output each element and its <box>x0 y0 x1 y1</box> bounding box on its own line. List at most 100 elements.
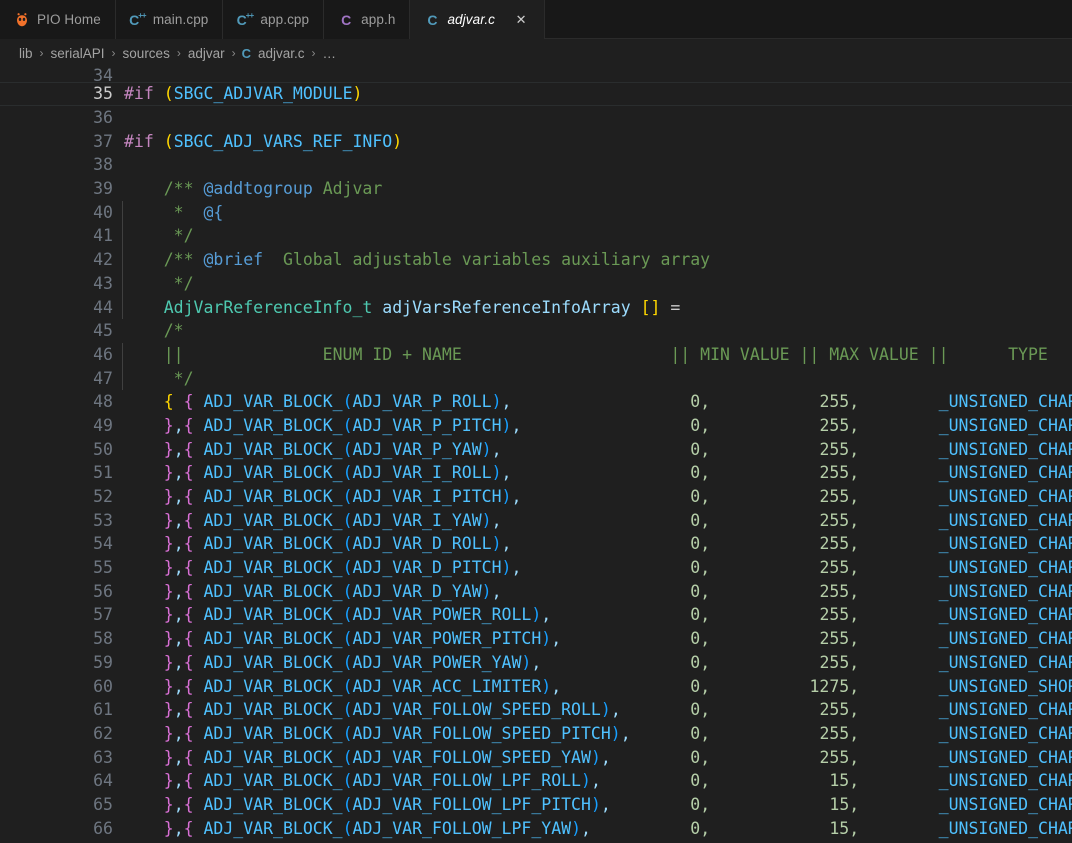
macro-call: ADJ_VAR_BLOCK_ <box>203 439 343 459</box>
breadcrumb-separator-icon: › <box>176 46 181 60</box>
line-number: 61 <box>93 700 113 720</box>
code-line[interactable]: 54 },{ ADJ_VAR_BLOCK_(ADJ_VAR_D_ROLL), 0… <box>0 532 1072 556</box>
comma: , <box>173 676 184 696</box>
token-0: /** <box>124 179 204 199</box>
code-line[interactable]: 46 || ENUM ID + NAME || MIN VALUE || MAX… <box>0 343 1072 367</box>
code-line[interactable]: 58 },{ ADJ_VAR_BLOCK_(ADJ_VAR_POWER_PITC… <box>0 627 1072 651</box>
min-value: 0, <box>690 605 711 625</box>
breadcrumb-item-0[interactable]: lib <box>18 46 34 61</box>
code-line[interactable]: 55 },{ ADJ_VAR_BLOCK_(ADJ_VAR_D_PITCH), … <box>0 556 1072 580</box>
code-text: /** @addtogroup Adjvar <box>113 179 383 199</box>
type-value: _UNSIGNED_CHAR_ <box>938 723 1072 743</box>
code-text: */ <box>113 274 194 293</box>
code-lines[interactable]: 34 35 #if (SBGC_ADJVAR_MODULE) 36 37 #if (SBG… <box>0 68 1072 840</box>
breadcrumb-item-4[interactable]: adjvar.c <box>257 46 306 61</box>
min-value: 0, <box>690 415 711 435</box>
code-line[interactable]: 56 },{ ADJ_VAR_BLOCK_(ADJ_VAR_D_YAW), 0,… <box>0 579 1072 603</box>
editor-tab-adjvar-c[interactable]: Cadjvar.c ✕ <box>410 0 546 39</box>
code-text: },{ ADJ_VAR_BLOCK_(ADJ_VAR_FOLLOW_LPF_YA… <box>113 819 1072 838</box>
macro-call: ADJ_VAR_BLOCK_ <box>203 534 343 554</box>
comma: , <box>610 700 621 720</box>
breadcrumb-item-5[interactable]: … <box>322 46 338 61</box>
code-line[interactable]: 65 },{ ADJ_VAR_BLOCK_(ADJ_VAR_FOLLOW_LPF… <box>0 793 1072 817</box>
code-line[interactable]: 51 },{ ADJ_VAR_BLOCK_(ADJ_VAR_I_ROLL), 0… <box>0 461 1072 485</box>
paren-open: ( <box>342 487 353 507</box>
editor-tab-app-h[interactable]: Capp.h <box>324 0 411 39</box>
code-line[interactable]: 39 /** @addtogroup Adjvar <box>0 177 1072 201</box>
breadcrumb-item-1[interactable]: serialAPI <box>50 46 106 61</box>
code-line[interactable]: 49 },{ ADJ_VAR_BLOCK_(ADJ_VAR_P_PITCH), … <box>0 414 1072 438</box>
min-value: 0, <box>690 463 711 483</box>
code-line[interactable]: 42 /** @brief Global adjustable variable… <box>0 248 1072 272</box>
paren-open: ( <box>342 463 353 483</box>
comma: , <box>173 629 184 649</box>
paren-close: ) <box>501 415 512 435</box>
code-line[interactable]: 41 */ <box>0 224 1072 248</box>
editor-tab-app-cpp[interactable]: C ++ app.cpp <box>223 0 325 39</box>
paren-open: ( <box>342 700 353 720</box>
code-line[interactable]: 43 */ <box>0 272 1072 296</box>
max-value: 15, <box>829 818 860 838</box>
code-line[interactable]: 62 },{ ADJ_VAR_BLOCK_(ADJ_VAR_FOLLOW_SPE… <box>0 722 1072 746</box>
line-number: 49 <box>93 415 113 435</box>
breadcrumb-item-2[interactable]: sources <box>122 46 171 61</box>
breadcrumb-separator-icon: › <box>311 46 316 60</box>
brace-inner: { <box>183 676 194 696</box>
code-editor[interactable]: 34 35 #if (SBGC_ADJVAR_MODULE) 36 37 #if (SBG… <box>0 68 1072 843</box>
code-line[interactable]: 64 },{ ADJ_VAR_BLOCK_(ADJ_VAR_FOLLOW_LPF… <box>0 769 1072 793</box>
macro-call: ADJ_VAR_BLOCK_ <box>203 487 343 507</box>
max-value: 255, <box>819 700 860 720</box>
code-line[interactable]: 44 AdjVarReferenceInfo_t adjVarsReferenc… <box>0 295 1072 319</box>
code-line[interactable]: 61 },{ ADJ_VAR_BLOCK_(ADJ_VAR_FOLLOW_SPE… <box>0 698 1072 722</box>
code-line[interactable]: 60 },{ ADJ_VAR_BLOCK_(ADJ_VAR_ACC_LIMITE… <box>0 674 1072 698</box>
code-line[interactable]: 34 <box>0 68 1072 85</box>
code-line[interactable]: 50 },{ ADJ_VAR_BLOCK_(ADJ_VAR_P_YAW), 0,… <box>0 437 1072 461</box>
paren-open: ( <box>342 392 353 412</box>
code-line[interactable]: 37 #if (SBGC_ADJ_VARS_REF_INFO) <box>0 129 1072 153</box>
code-line[interactable]: 57 },{ ADJ_VAR_BLOCK_(ADJ_VAR_POWER_ROLL… <box>0 603 1072 627</box>
breadcrumb-item-3[interactable]: adjvar <box>187 46 226 61</box>
code-line[interactable]: 36 <box>0 106 1072 130</box>
macro-call: ADJ_VAR_BLOCK_ <box>203 510 343 530</box>
code-line[interactable]: 53 },{ ADJ_VAR_BLOCK_(ADJ_VAR_I_YAW), 0,… <box>0 508 1072 532</box>
brace-inner: { <box>183 818 194 838</box>
code-line[interactable]: 52 },{ ADJ_VAR_BLOCK_(ADJ_VAR_I_PITCH), … <box>0 485 1072 509</box>
code-line[interactable]: 47 */ <box>0 366 1072 390</box>
code-text: },{ ADJ_VAR_BLOCK_(ADJ_VAR_FOLLOW_LPF_PI… <box>113 795 1072 814</box>
code-line[interactable]: 38 <box>0 153 1072 177</box>
editor-tab-pio-home[interactable]: PIO Home <box>0 0 116 39</box>
code-line[interactable]: 40 * @{ <box>0 200 1072 224</box>
comma: , <box>491 510 502 530</box>
code-text: #if (SBGC_ADJVAR_MODULE) <box>113 84 362 103</box>
paren-open: ( <box>342 558 353 578</box>
code-line[interactable]: 48 { { ADJ_VAR_BLOCK_(ADJ_VAR_P_ROLL), 0… <box>0 390 1072 414</box>
min-value: 0, <box>690 747 711 767</box>
type-value: _UNSIGNED_CHAR_ <box>938 439 1072 459</box>
min-value: 0, <box>690 510 711 530</box>
code-line[interactable]: 45 /* <box>0 319 1072 343</box>
brace-close: } <box>163 700 174 720</box>
editor-tab-main-cpp[interactable]: C ++ main.cpp <box>115 0 224 39</box>
code-line[interactable]: 63 },{ ADJ_VAR_BLOCK_(ADJ_VAR_FOLLOW_SPE… <box>0 745 1072 769</box>
comma: , <box>531 652 542 672</box>
code-line[interactable]: 66 },{ ADJ_VAR_BLOCK_(ADJ_VAR_FOLLOW_LPF… <box>0 816 1072 840</box>
comma: , <box>620 723 631 743</box>
code-line[interactable]: 59 },{ ADJ_VAR_BLOCK_(ADJ_VAR_POWER_YAW)… <box>0 651 1072 675</box>
brace-inner: { <box>183 392 194 412</box>
platformio-alien-icon <box>14 12 30 28</box>
line-number: 45 <box>93 321 113 341</box>
enum-id: ADJ_VAR_D_ROLL <box>352 534 492 554</box>
close-icon[interactable]: ✕ <box>512 11 530 29</box>
code-line[interactable]: 35 #if (SBGC_ADJVAR_MODULE) <box>0 82 1072 106</box>
paren-open: ( <box>342 629 353 649</box>
brace-inner: { <box>183 463 194 483</box>
